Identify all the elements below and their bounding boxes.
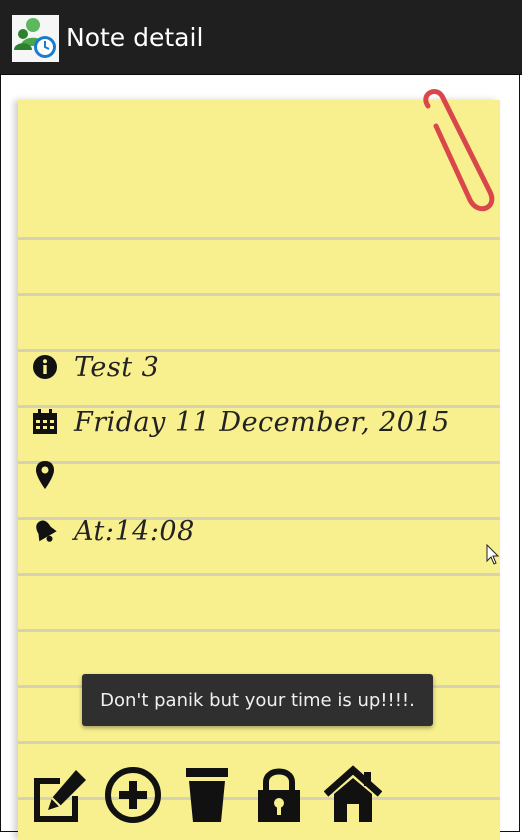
add-circle-icon — [105, 767, 161, 823]
action-bar: Note detail — [0, 0, 522, 74]
note-title: Test 3 — [74, 351, 160, 383]
edit-icon — [34, 770, 86, 822]
delete-button[interactable] — [184, 764, 244, 828]
note-location-row — [32, 455, 74, 495]
trash-icon — [186, 768, 228, 822]
toast-message: Don't panik but your time is up!!!!. — [82, 674, 433, 726]
bell-icon — [32, 517, 58, 545]
paperclip-icon — [423, 89, 495, 212]
note-date: Friday 11 December, 2015 — [74, 406, 450, 438]
add-button[interactable] — [104, 764, 164, 828]
home-button[interactable] — [324, 764, 384, 828]
note-alarm-time: At:14:08 — [74, 515, 195, 547]
page-title: Note detail — [66, 23, 204, 52]
edit-button[interactable] — [30, 764, 90, 828]
app-users-clock-icon[interactable] — [12, 15, 59, 62]
lock-button[interactable] — [256, 764, 316, 828]
note-alarm-row: At:14:08 — [32, 511, 195, 551]
calendar-icon — [32, 408, 58, 436]
home-icon — [324, 765, 382, 822]
location-pin-icon — [32, 461, 58, 489]
lock-icon — [258, 768, 300, 822]
note-date-row: Friday 11 December, 2015 — [32, 402, 450, 442]
note-title-row: Test 3 — [32, 347, 159, 387]
info-icon — [32, 353, 58, 381]
mouse-pointer-icon — [486, 544, 500, 565]
